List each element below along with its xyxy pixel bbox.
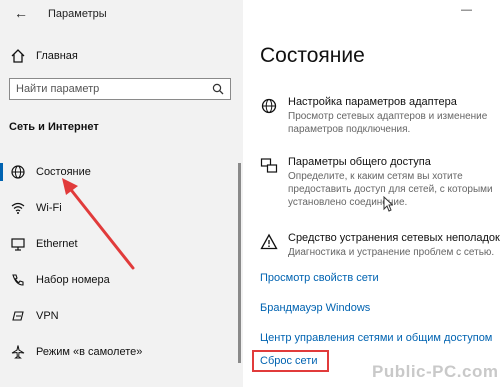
selection-indicator bbox=[0, 163, 3, 181]
entry-title: Параметры общего доступа bbox=[288, 156, 431, 168]
watermark-text: Public-PC.com bbox=[372, 362, 499, 381]
wifi-icon bbox=[11, 202, 25, 214]
warning-icon bbox=[260, 233, 278, 250]
section-title: Сеть и Интернет bbox=[9, 121, 99, 133]
nav-home[interactable]: Главная bbox=[0, 43, 243, 69]
adapter-icon bbox=[261, 98, 277, 114]
title-bar: ← Параметры bbox=[0, 0, 243, 26]
sidebar-item-wifi[interactable]: Wi-Fi bbox=[0, 194, 243, 222]
mouse-cursor-icon bbox=[383, 196, 393, 212]
sharing-settings-entry[interactable]: Параметры общего доступа Определите, к к… bbox=[260, 156, 500, 214]
airplane-icon bbox=[11, 345, 25, 359]
sidebar-item-label: Состояние bbox=[36, 166, 91, 178]
entry-description: Диагностика и устранение проблем с сетью… bbox=[288, 247, 495, 258]
sidebar-item-label: Wi-Fi bbox=[36, 202, 62, 214]
page-title: Состояние bbox=[260, 44, 365, 67]
troubleshooter-entry[interactable]: Средство устранения сетевых неполадок Ди… bbox=[260, 232, 500, 264]
network-properties-link[interactable]: Просмотр свойств сети bbox=[260, 272, 379, 284]
sidebar-item-label: Режим «в самолете» bbox=[36, 346, 143, 358]
entry-description: Просмотр сетевых адаптеров и изменение п… bbox=[288, 111, 488, 135]
ethernet-icon bbox=[11, 238, 25, 251]
sidebar-item-ethernet[interactable]: Ethernet bbox=[0, 230, 243, 258]
back-arrow-icon[interactable]: ← bbox=[14, 5, 28, 21]
sidebar-item-dialup[interactable]: Набор номера bbox=[0, 266, 243, 294]
network-center-link[interactable]: Центр управления сетями и общим доступом bbox=[260, 332, 492, 344]
sidebar-item-status[interactable]: Состояние bbox=[0, 158, 243, 186]
windows-firewall-link[interactable]: Брандмауэр Windows bbox=[260, 302, 370, 314]
sidebar-item-vpn[interactable]: VPN bbox=[0, 302, 243, 330]
entry-description: Определите, к каким сетям вы хотите пред… bbox=[288, 171, 493, 208]
minimize-button[interactable]: — bbox=[461, 4, 472, 16]
sidebar-scrollbar[interactable] bbox=[238, 163, 241, 363]
entry-title: Настройка параметров адаптера bbox=[288, 96, 457, 108]
search-icon bbox=[212, 83, 224, 95]
home-label: Главная bbox=[36, 50, 78, 62]
sharing-icon bbox=[260, 158, 278, 173]
sidebar-item-label: VPN bbox=[36, 310, 59, 322]
search-input[interactable]: Найти параметр bbox=[9, 78, 231, 100]
phone-icon bbox=[12, 274, 24, 286]
globe-icon bbox=[11, 165, 25, 179]
sidebar-item-label: Набор номера bbox=[36, 274, 110, 286]
main-content: — Состояние Настройка параметров адаптер… bbox=[243, 0, 500, 387]
adapter-settings-entry[interactable]: Настройка параметров адаптера Просмотр с… bbox=[260, 96, 500, 142]
home-icon bbox=[11, 49, 25, 63]
network-reset-link[interactable]: Сброс сети bbox=[260, 355, 317, 367]
search-placeholder: Найти параметр bbox=[16, 83, 100, 95]
sidebar-item-airplane[interactable]: Режим «в самолете» bbox=[0, 338, 243, 366]
settings-sidebar: ← Параметры Главная Найти параметр Сеть … bbox=[0, 0, 243, 387]
sidebar-item-label: Ethernet bbox=[36, 238, 78, 250]
window-title: Параметры bbox=[48, 8, 107, 20]
entry-title: Средство устранения сетевых неполадок bbox=[288, 232, 500, 244]
vpn-icon bbox=[12, 311, 24, 321]
